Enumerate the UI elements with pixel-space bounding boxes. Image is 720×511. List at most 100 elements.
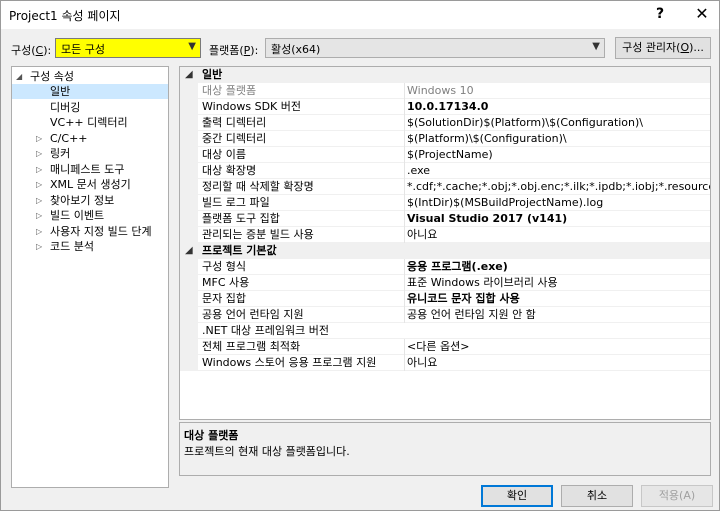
property-name: 구성 형식 [202, 260, 246, 273]
expanded-caret-icon[interactable]: ◢ [16, 69, 22, 84]
property-row[interactable]: 문자 집합 유니코드 문자 집합 사용 [180, 291, 710, 307]
property-row[interactable]: .NET 대상 프레임워크 버전 [180, 323, 710, 339]
property-value[interactable]: .exe [404, 163, 710, 179]
tree-item[interactable]: 디버깅 [12, 100, 168, 115]
property-value[interactable]: Windows 10 [404, 83, 710, 99]
row-gutter [180, 163, 198, 179]
property-row[interactable]: 대상 확장명 .exe [180, 163, 710, 179]
property-name: .NET 대상 프레임워크 버전 [202, 324, 329, 337]
property-name: Windows SDK 버전 [202, 100, 302, 113]
expand-caret-icon[interactable]: ▷ [36, 131, 42, 146]
description-text: 프로젝트의 현재 대상 플랫폼입니다. [184, 445, 350, 458]
property-value[interactable]: Visual Studio 2017 (v141) [404, 211, 710, 227]
row-gutter [180, 179, 198, 195]
property-row[interactable]: 구성 형식 응용 프로그램(.exe) [180, 259, 710, 275]
platform-label: 플랫폼(P): [209, 44, 259, 57]
description-title: 대상 플랫폼 [184, 429, 239, 442]
property-value[interactable]: 10.0.17134.0 [404, 99, 710, 115]
property-value[interactable]: <다른 옵션> [404, 339, 710, 355]
tree-item[interactable]: ▷ 링커 [12, 146, 168, 161]
configuration-dropdown[interactable]: 모든 구성 ▼ [55, 38, 201, 58]
property-value[interactable]: 표준 Windows 라이브러리 사용 [404, 275, 710, 291]
ok-button[interactable]: 확인 [481, 485, 553, 507]
property-row[interactable]: 플랫폼 도구 집합 Visual Studio 2017 (v141) [180, 211, 710, 227]
expand-caret-icon[interactable]: ▷ [36, 193, 42, 208]
row-gutter [180, 99, 198, 115]
property-name: 대상 플랫폼 [202, 84, 257, 97]
tree-root-configuration-properties[interactable]: ◢ 구성 속성 [16, 69, 74, 84]
tree-item[interactable]: ▷ 사용자 지정 빌드 단계 [12, 224, 168, 239]
tree-item-label: XML 문서 생성기 [50, 178, 131, 191]
row-gutter [180, 115, 198, 131]
property-name: 플랫폼 도구 집합 [202, 212, 280, 225]
title-bar: Project1 속성 페이지 ? ✕ [1, 1, 719, 29]
property-value[interactable]: 아니요 [404, 355, 710, 371]
tree-item-label: 디버깅 [50, 100, 81, 114]
tree-item[interactable]: ▷ 빌드 이벤트 [12, 208, 168, 223]
property-name: 중간 디렉터리 [202, 132, 267, 145]
tree-item[interactable]: ▷ C/C++ [12, 131, 168, 146]
row-gutter [180, 339, 198, 355]
grid-section-title: 일반 [202, 68, 223, 81]
row-gutter [180, 195, 198, 211]
description-panel: 대상 플랫폼 프로젝트의 현재 대상 플랫폼입니다. [179, 422, 711, 476]
expand-caret-icon[interactable]: ▷ [36, 162, 42, 177]
expand-caret-icon[interactable]: ▷ [36, 208, 42, 223]
property-value[interactable]: *.cdf;*.cache;*.obj;*.obj.enc;*.ilk;*.ip… [404, 179, 710, 195]
grid-section-title: 프로젝트 기본값 [202, 244, 277, 257]
property-value[interactable]: 아니요 [404, 227, 710, 243]
property-value[interactable]: $(SolutionDir)$(Platform)\$(Configuratio… [404, 115, 710, 131]
property-row[interactable]: 대상 플랫폼 Windows 10 [180, 83, 710, 99]
property-row[interactable]: 중간 디렉터리 $(Platform)\$(Configuration)\ [180, 131, 710, 147]
expand-caret-icon[interactable]: ▷ [36, 224, 42, 239]
expand-caret-icon[interactable]: ▷ [36, 146, 42, 161]
configuration-value: 모든 구성 [61, 43, 105, 56]
cancel-button[interactable]: 취소 [561, 485, 633, 507]
property-value[interactable]: 공용 언어 런타임 지원 안 함 [404, 307, 710, 323]
chevron-down-icon: ▼ [592, 41, 600, 52]
expand-caret-icon[interactable]: ▷ [36, 239, 42, 254]
property-row[interactable]: 공용 언어 런타임 지원 공용 언어 런타임 지원 안 함 [180, 307, 710, 323]
collapse-icon[interactable]: ◢ [185, 67, 193, 83]
property-row[interactable]: Windows SDK 버전 10.0.17134.0 [180, 99, 710, 115]
grid-section-header[interactable]: ◢ 프로젝트 기본값 [180, 243, 710, 259]
property-name: 대상 확장명 [202, 164, 257, 177]
property-name: 공용 언어 런타임 지원 [202, 308, 304, 321]
property-value[interactable]: $(IntDir)$(MSBuildProjectName).log [404, 195, 710, 211]
row-gutter [180, 323, 198, 339]
property-row[interactable]: 출력 디렉터리 $(SolutionDir)$(Platform)\$(Confi… [180, 115, 710, 131]
collapse-icon[interactable]: ◢ [185, 243, 193, 259]
expand-caret-icon[interactable]: ▷ [36, 177, 42, 192]
property-value[interactable]: 유니코드 문자 집합 사용 [404, 291, 710, 307]
chevron-down-icon: ▼ [188, 41, 196, 52]
close-icon[interactable]: ✕ [689, 3, 715, 25]
property-row[interactable]: 대상 이름 $(ProjectName) [180, 147, 710, 163]
tree-item-label: 빌드 이벤트 [50, 209, 105, 222]
tree-item[interactable]: ▷ 코드 분석 [12, 239, 168, 254]
grid-section-header[interactable]: ◢ 일반 [180, 67, 710, 83]
tree-item[interactable]: 일반 [12, 84, 168, 99]
tree-item[interactable]: ▷ XML 문서 생성기 [12, 177, 168, 192]
property-row[interactable]: 빌드 로그 파일 $(IntDir)$(MSBuildProjectName).l… [180, 195, 710, 211]
row-gutter [180, 291, 198, 307]
property-row[interactable]: 전체 프로그램 최적화 <다른 옵션> [180, 339, 710, 355]
row-gutter [180, 83, 198, 99]
tree-item[interactable]: ▷ 찾아보기 정보 [12, 193, 168, 208]
tree-item[interactable]: VC++ 디렉터리 [12, 115, 168, 130]
property-name: 출력 디렉터리 [202, 116, 267, 129]
apply-button[interactable]: 적용(A) [641, 485, 713, 507]
property-row[interactable]: 정리할 때 삭제할 확장명 *.cdf;*.cache;*.obj;*.obj.e… [180, 179, 710, 195]
configuration-manager-button[interactable]: 구성 관리자(O)... [615, 37, 711, 59]
property-value[interactable]: 응용 프로그램(.exe) [404, 259, 710, 275]
property-row[interactable]: MFC 사용 표준 Windows 라이브러리 사용 [180, 275, 710, 291]
property-value[interactable]: $(Platform)\$(Configuration)\ [404, 131, 710, 147]
tree-item-label: 코드 분석 [50, 240, 94, 253]
property-row[interactable]: 관리되는 증분 빌드 사용 아니요 [180, 227, 710, 243]
tree-item[interactable]: ▷ 매니페스트 도구 [12, 162, 168, 177]
help-icon[interactable]: ? [647, 3, 673, 25]
row-gutter [180, 147, 198, 163]
property-value[interactable]: $(ProjectName) [404, 147, 710, 163]
tree-item-label: 링커 [50, 147, 71, 160]
property-row[interactable]: Windows 스토어 응용 프로그램 지원 아니요 [180, 355, 710, 371]
platform-dropdown[interactable]: 활성(x64) ▼ [265, 38, 605, 58]
